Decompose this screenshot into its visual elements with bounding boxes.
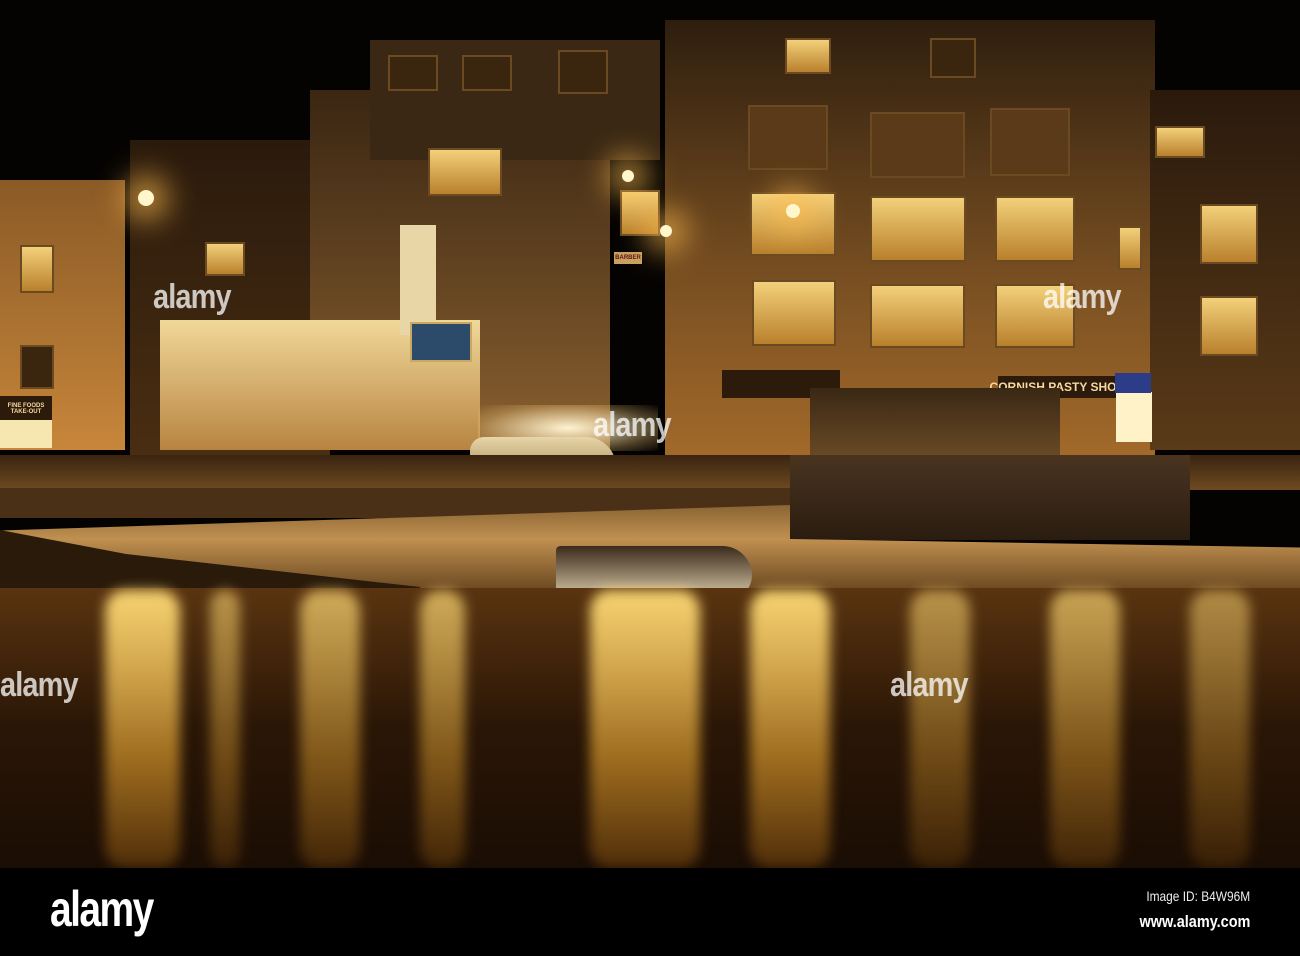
beach-hut: [810, 388, 1060, 458]
window: [1155, 126, 1205, 158]
shop-window-lit: [0, 420, 52, 448]
fine-foods-sign: FINE FOODS TAKE-OUT: [0, 396, 52, 422]
window: [1200, 296, 1258, 356]
window: [20, 245, 54, 293]
alamy-logo: alamy: [50, 881, 154, 937]
window: [870, 284, 965, 348]
image-id: Image ID: B4W96M: [1146, 888, 1250, 904]
light-reflection: [1190, 590, 1250, 868]
street-lamp: [786, 204, 800, 218]
window: [558, 50, 608, 94]
shop-window-lit: [1116, 392, 1152, 442]
window: [20, 345, 54, 389]
light-reflection: [210, 590, 240, 868]
alamy-watermark: alamy: [593, 406, 672, 444]
light-reflection: [1050, 590, 1120, 868]
chimney: [400, 225, 436, 335]
window: [1118, 226, 1142, 270]
light-reflection: [105, 590, 180, 868]
window: [995, 196, 1075, 262]
blue-awning: [1115, 373, 1151, 393]
alamy-watermark: alamy: [0, 666, 79, 704]
street-lamp: [138, 190, 154, 206]
window: [752, 280, 836, 346]
alamy-watermark: alamy: [1043, 278, 1122, 316]
window: [748, 105, 828, 170]
window: [205, 242, 245, 276]
alamy-url[interactable]: www.alamy.com: [1139, 912, 1250, 932]
window: [930, 38, 976, 78]
window: [750, 192, 836, 256]
window: [620, 190, 660, 236]
window: [870, 112, 965, 178]
window: [870, 196, 966, 262]
alamy-watermark: alamy: [153, 278, 232, 316]
harbour-night-photo: CORNISH PASTY SHOP FINE FOODS TAKE-OUT B…: [0, 0, 1300, 868]
barber-sign: BARBER: [614, 252, 642, 264]
window: [990, 108, 1070, 176]
window: [428, 148, 502, 196]
light-reflection: [420, 590, 465, 868]
pub-sign: [410, 322, 472, 362]
harbour-wall: [790, 455, 1190, 540]
footer-bar: alamy Image ID: B4W96M www.alamy.com: [0, 868, 1300, 956]
street-lamp: [660, 225, 672, 237]
window: [785, 38, 831, 74]
light-reflection: [910, 590, 970, 868]
window: [1200, 204, 1258, 264]
window: [462, 55, 512, 91]
window: [388, 55, 438, 91]
light-reflection: [750, 590, 830, 868]
light-reflection: [300, 590, 360, 868]
light-reflection: [590, 590, 700, 868]
alamy-watermark: alamy: [890, 666, 969, 704]
street-lamp: [622, 170, 634, 182]
